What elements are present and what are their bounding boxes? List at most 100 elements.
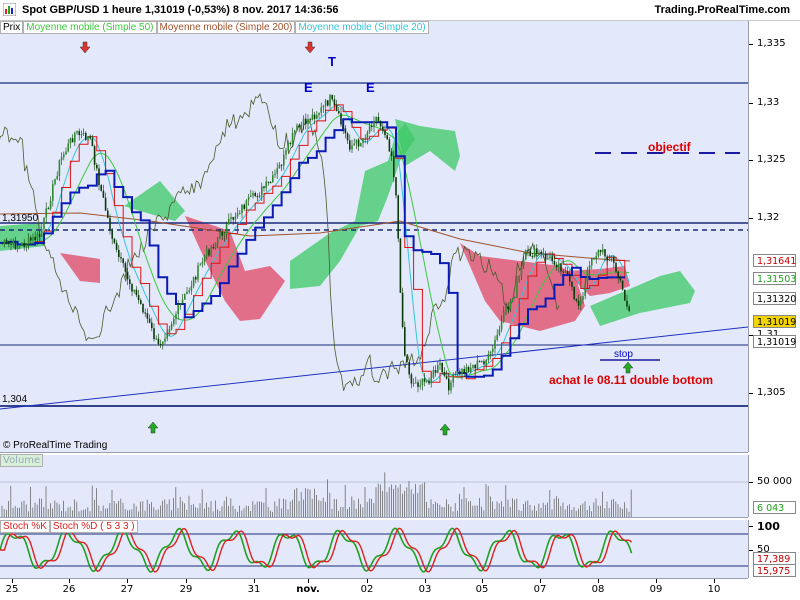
stoch-tick: 100 [757, 520, 780, 533]
time-label: 05 [475, 584, 489, 595]
candle-body [23, 242, 25, 247]
candle-body [478, 360, 481, 362]
candle-body [184, 294, 186, 300]
candle-body [89, 136, 91, 139]
price-axis[interactable]: 1,335 1,33 1,325 1,32 1,31 1,305 1,31641… [748, 21, 800, 452]
candle-body [142, 303, 144, 313]
candle-body [144, 312, 146, 314]
legend-ma20[interactable]: Moyenne mobile (Simple 20) [295, 21, 429, 34]
candle-body [324, 100, 327, 106]
candle-body [375, 116, 377, 122]
time-label: 26 [62, 584, 76, 595]
price-box-kijun: 1,31320 [753, 292, 796, 305]
time-label: 09 [649, 584, 663, 595]
legend-stoch-k[interactable]: Stoch %K [0, 520, 50, 533]
candle-body [448, 378, 450, 391]
candle-body [58, 160, 61, 177]
sell-arrow-icon [304, 41, 316, 54]
candle-body [318, 112, 320, 116]
candle-body [87, 136, 89, 141]
candle-body [166, 334, 168, 339]
candle-body [8, 241, 10, 244]
candle-body [225, 224, 228, 234]
stoch-k-line [0, 527, 633, 573]
candle-body [38, 233, 41, 237]
candle-body [390, 151, 393, 156]
candle-body [608, 258, 611, 261]
candle-body [186, 291, 188, 295]
candle-body [65, 151, 67, 155]
candle-body [397, 195, 399, 239]
ichimoku-cloud-bearish [185, 216, 285, 321]
candle-body [263, 186, 265, 188]
candle-body [415, 382, 417, 384]
volume-axis[interactable]: 50 000 6 043 [748, 455, 800, 517]
candle-body [329, 94, 331, 106]
time-axis[interactable]: 25 26 27 29 31 nov. 02 03 05 07 08 09 10 [0, 579, 748, 600]
candle-body [201, 262, 204, 265]
legend-volume[interactable]: Volume [0, 454, 44, 467]
stochastic-axis[interactable]: 100 50 17,389 15,975 [748, 520, 800, 578]
candle-body [10, 243, 12, 245]
candle-body [214, 242, 217, 249]
candle-body [498, 329, 501, 335]
candle-body [247, 197, 250, 201]
candle-body [109, 217, 111, 231]
legend-stoch-d[interactable]: Stoch %D ( 5 3 3 ) [49, 520, 138, 533]
candle-body [349, 140, 351, 150]
buy-arrow-icon [622, 361, 634, 374]
candle-body [41, 229, 43, 237]
candle-body [162, 341, 164, 345]
candle-body [122, 258, 124, 264]
candle-body [474, 364, 476, 369]
chart-app-icon[interactable] [3, 3, 16, 16]
sell-arrow-icon [79, 41, 91, 54]
candle-body [93, 146, 96, 165]
candle-body [564, 271, 567, 273]
candle-body [575, 298, 578, 301]
volume-bars [1, 472, 632, 517]
candle-body [547, 258, 549, 260]
candle-body [206, 249, 208, 257]
candle-body [12, 240, 14, 245]
candle-body [34, 236, 36, 241]
candle-body [287, 143, 289, 151]
candle-body [399, 238, 402, 293]
candle-body [527, 250, 529, 252]
wave-label-e1: E [304, 80, 313, 95]
legend-ma50[interactable]: Moyenne mobile (Simple 50) [23, 21, 157, 34]
volume-tick: 50 000 [757, 476, 792, 487]
candle-body [417, 382, 419, 387]
candle-body [289, 143, 292, 145]
wave-label-t: T [328, 54, 336, 69]
volume-canvas[interactable] [0, 455, 748, 517]
candle-body [254, 192, 256, 197]
candle-body [555, 264, 558, 268]
candle-body [69, 138, 72, 144]
candle-body [173, 319, 175, 325]
candle-body [344, 128, 347, 134]
volume-panel[interactable] [0, 455, 748, 518]
candle-body [571, 281, 573, 287]
candle-body [544, 253, 547, 260]
candle-body [500, 321, 503, 330]
candle-body [461, 369, 463, 375]
candle-body [322, 105, 325, 108]
candle-body [459, 371, 461, 375]
legend-ma200[interactable]: Moyenne mobile (Simple 200) [156, 21, 296, 34]
volume-current-box: 6 043 [753, 501, 796, 514]
candle-body [434, 370, 437, 373]
candle-body [252, 192, 254, 196]
candle-body [153, 328, 155, 339]
candle-body [516, 281, 518, 298]
candle-body [357, 139, 360, 147]
candle-body [452, 374, 454, 383]
candle-body [291, 132, 294, 144]
candle-body [155, 338, 157, 340]
candle-body [76, 131, 78, 133]
candle-body [148, 318, 151, 323]
candle-body [133, 289, 135, 292]
time-label: 02 [360, 584, 374, 595]
candle-body [195, 277, 197, 280]
legend-price[interactable]: Prix [0, 21, 24, 34]
